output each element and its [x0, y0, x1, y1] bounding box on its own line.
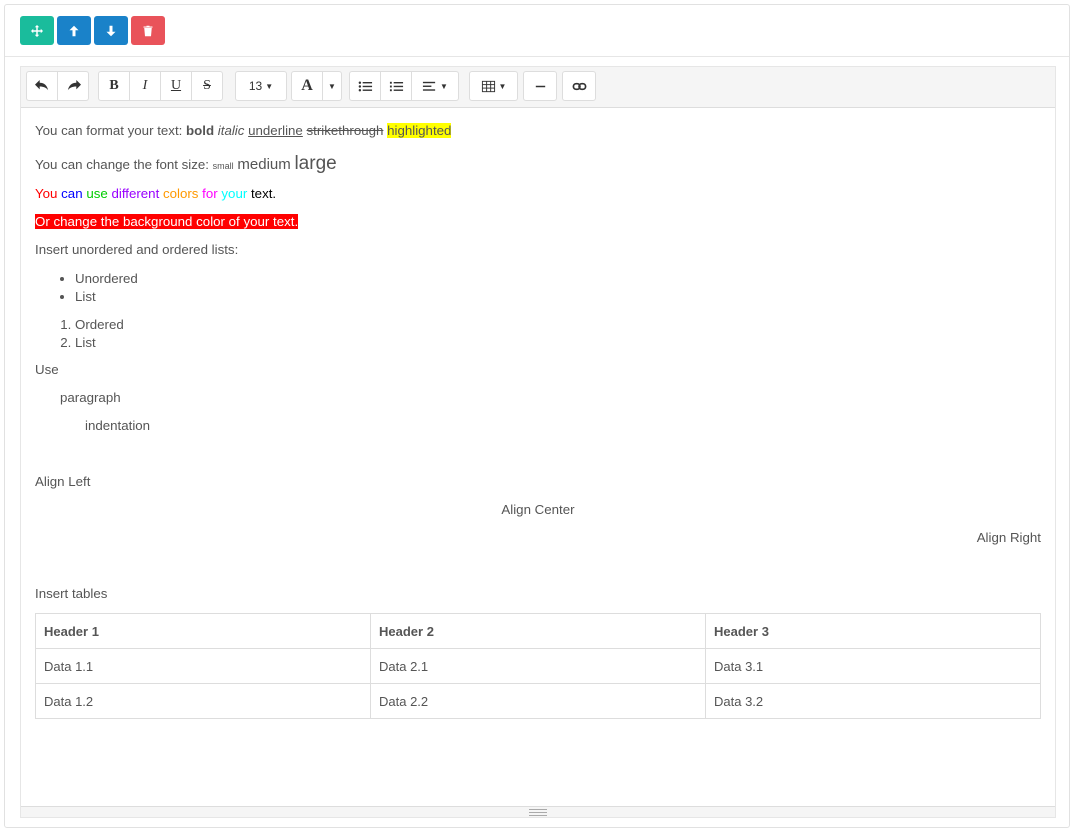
chevron-down-icon: ▼	[328, 81, 336, 91]
block-panel: B I U S 13 ▼ A ▼ ▼ ▼ You can format your…	[4, 4, 1070, 828]
align-left-text: Align Left	[35, 474, 91, 489]
delete-block-button[interactable]	[131, 16, 165, 45]
table-cell: Data 1.2	[35, 683, 371, 719]
align-left-icon	[422, 81, 436, 91]
use-text: Use	[35, 362, 59, 377]
list-item: List	[75, 334, 124, 352]
block-actions-bar	[5, 5, 1069, 57]
insert-link-button[interactable]	[562, 71, 596, 101]
move-down-button[interactable]	[94, 16, 128, 45]
table-cell: Data 3.1	[705, 648, 1041, 684]
color-word: for	[202, 186, 218, 201]
background-color-line: Or change the background color of your t…	[35, 214, 299, 229]
paragraph-align-dropdown[interactable]: ▼	[411, 71, 459, 101]
font-size-line: You can change the font size: small medi…	[35, 153, 337, 175]
editor-content[interactable]: You can format your text: bold italic un…	[35, 107, 1041, 805]
arrow-down-icon	[106, 25, 116, 36]
chevron-down-icon: ▼	[440, 81, 448, 91]
italic-text: italic	[217, 123, 245, 138]
rich-text-editor: B I U S 13 ▼ A ▼ ▼ ▼ You can format your…	[20, 66, 1056, 818]
table-cell: Data 2.1	[370, 648, 706, 684]
chevron-down-icon: ▼	[265, 81, 274, 91]
table-cell: Data 3.2	[705, 683, 1041, 719]
editor-resize-handle[interactable]	[21, 806, 1055, 817]
trash-icon	[143, 25, 153, 36]
format-prefix: You can format your text:	[35, 123, 187, 138]
ordered-list: Ordered List	[35, 316, 124, 352]
format-line: You can format your text: bold italic un…	[35, 123, 452, 138]
medium-text: medium	[237, 156, 291, 173]
bold-button[interactable]: B	[98, 71, 130, 101]
bold-text: bold	[186, 123, 215, 138]
font-size-dropdown[interactable]: 13 ▼	[235, 71, 287, 101]
redo-button[interactable]	[57, 71, 89, 101]
color-word: your	[221, 186, 248, 201]
strikethrough-text: strikethrough	[306, 123, 384, 138]
content-table: Header 1 Header 2 Header 3 Data 1.1 Data…	[35, 613, 1041, 719]
table-header: Header 1	[35, 613, 371, 649]
small-text: small	[212, 161, 234, 171]
tables-intro: Insert tables	[35, 586, 108, 601]
link-icon	[572, 82, 586, 90]
editor-toolbar: B I U S 13 ▼ A ▼ ▼ ▼	[21, 67, 1055, 108]
list-item: Ordered	[75, 316, 124, 334]
color-word: text.	[250, 186, 277, 201]
horizontal-rule-button[interactable]	[523, 71, 557, 101]
strikethrough-button[interactable]: S	[191, 71, 223, 101]
bullet-list-icon	[358, 81, 372, 91]
size-prefix: You can change the font size:	[35, 157, 213, 172]
red-background-text: Or change the background color of your t…	[35, 214, 299, 229]
ordered-list-button[interactable]	[380, 71, 412, 101]
move-up-button[interactable]	[57, 16, 91, 45]
align-center-text: Align Center	[501, 502, 575, 517]
table-cell: Data 2.2	[370, 683, 706, 719]
underline-button[interactable]: U	[160, 71, 192, 101]
redo-icon	[67, 79, 81, 90]
list-item: Unordered	[75, 270, 138, 288]
align-right-text: Align Right	[976, 530, 1041, 545]
chevron-down-icon: ▼	[498, 81, 507, 91]
font-size-value: 13	[248, 79, 263, 93]
colors-line: You can use different colors for your te…	[35, 186, 276, 201]
unordered-list-button[interactable]	[349, 71, 381, 101]
table-header: Header 3	[705, 613, 1041, 649]
paragraph-text: paragraph	[60, 390, 121, 405]
color-word: colors	[162, 186, 199, 201]
color-word: You	[35, 186, 58, 201]
table-icon	[481, 80, 495, 92]
unordered-list: Unordered List	[35, 270, 138, 306]
list-item: List	[75, 288, 138, 306]
color-word: use	[86, 186, 108, 201]
minus-icon	[535, 85, 545, 87]
undo-button[interactable]	[26, 71, 58, 101]
table-header-row: Header 1 Header 2 Header 3	[35, 613, 1041, 649]
undo-icon	[34, 79, 48, 90]
highlighted-text: highlighted	[387, 123, 452, 138]
table-dropdown[interactable]: ▼	[469, 71, 518, 101]
text-color-dropdown[interactable]: ▼	[322, 71, 342, 101]
lists-intro: Insert unordered and ordered lists:	[35, 242, 239, 257]
indentation-text: indentation	[85, 418, 151, 433]
table-cell: Data 1.1	[35, 648, 371, 684]
italic-button[interactable]: I	[129, 71, 161, 101]
color-word: can	[61, 186, 83, 201]
large-text: large	[294, 153, 337, 174]
table-header: Header 2	[370, 613, 706, 649]
grip-icon	[529, 808, 547, 816]
underline-text: underline	[248, 123, 303, 138]
move-block-button[interactable]	[20, 16, 54, 45]
table-row: Data 1.1 Data 2.1 Data 3.1	[35, 648, 1041, 684]
numbered-list-icon	[389, 81, 403, 91]
table-row: Data 1.2 Data 2.2 Data 3.2	[35, 683, 1041, 719]
color-word: different	[111, 186, 160, 201]
move-icon	[31, 24, 43, 37]
text-color-button[interactable]: A	[291, 71, 323, 101]
arrow-up-icon	[69, 25, 79, 36]
